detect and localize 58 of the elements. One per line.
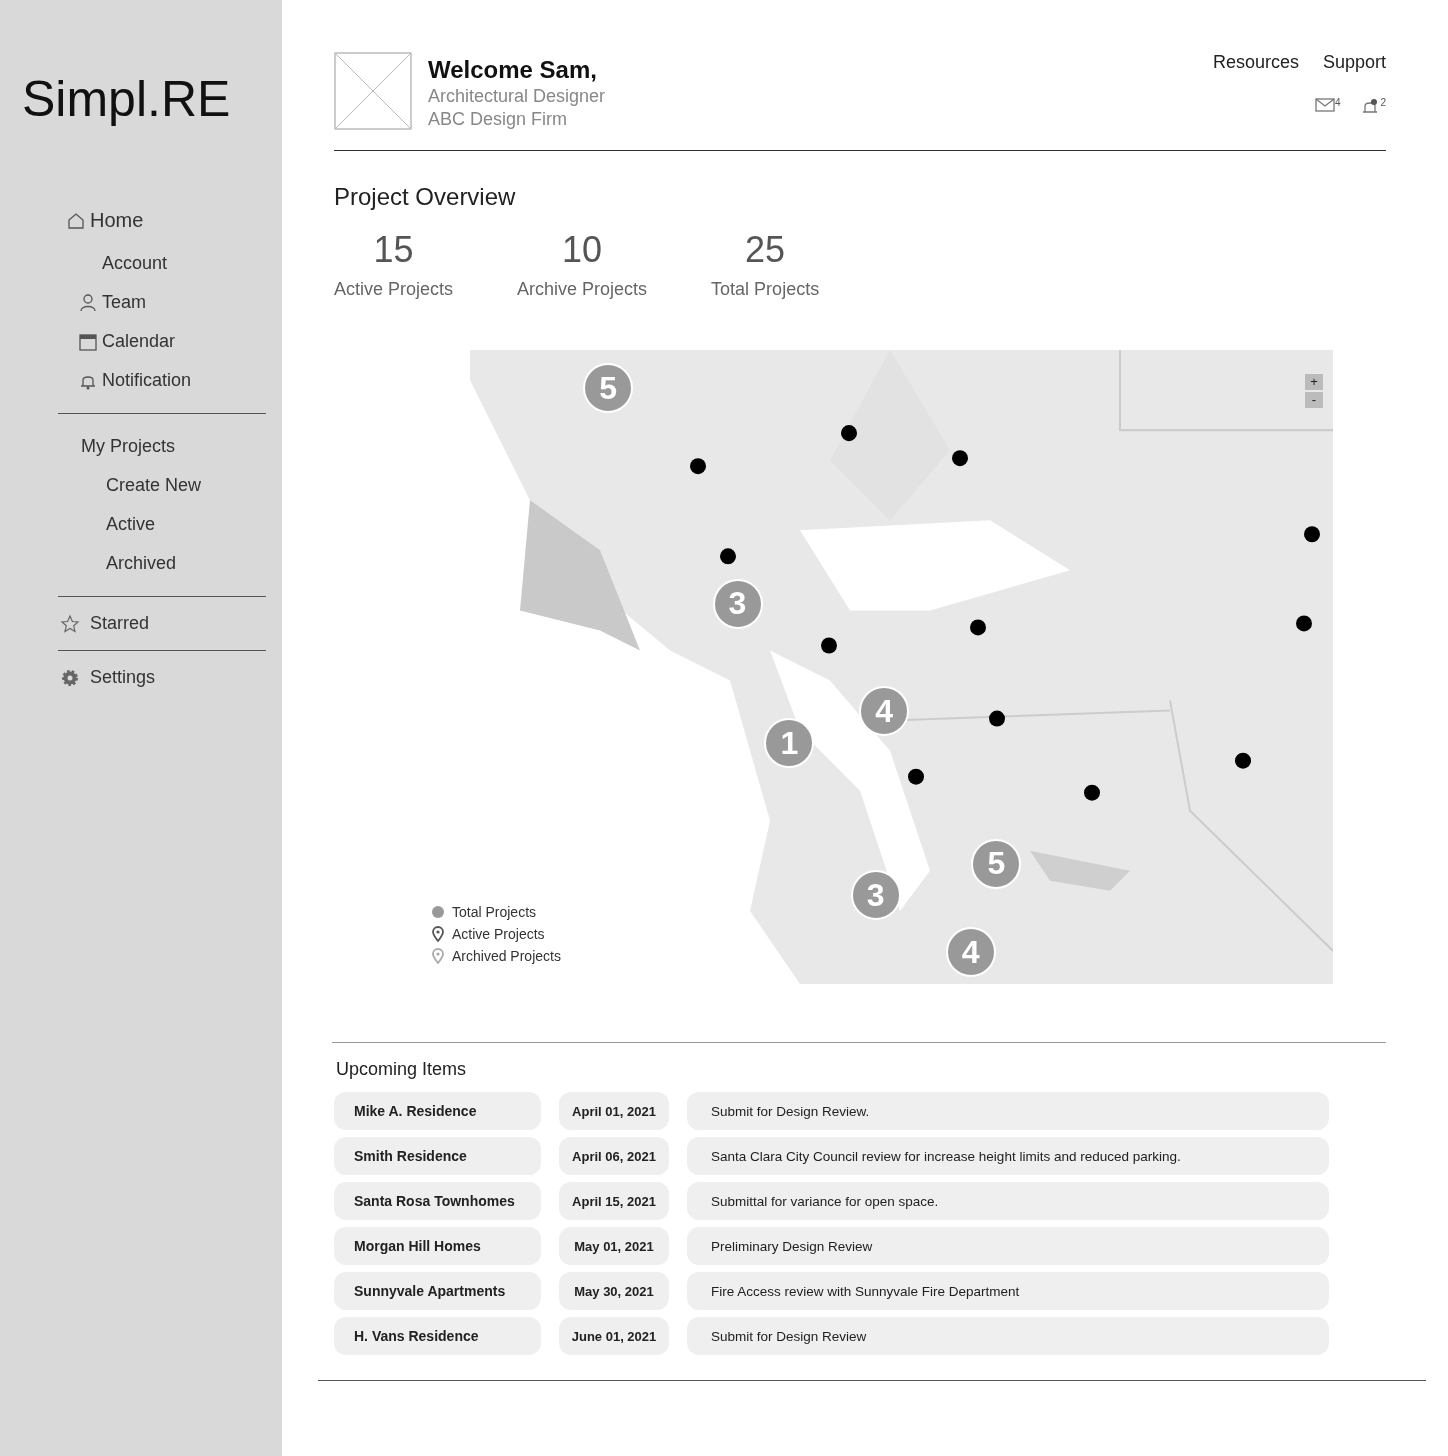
nav-link[interactable]: Active xyxy=(106,514,156,535)
nav-link[interactable]: Notification xyxy=(102,370,192,391)
project-name: Morgan Hill Homes xyxy=(334,1227,541,1265)
project-name: Mike A. Residence xyxy=(334,1092,541,1130)
due-date: June 01, 2021 xyxy=(559,1317,669,1355)
settings-icon xyxy=(60,667,80,688)
person-icon xyxy=(78,292,98,313)
pin-icon xyxy=(432,926,444,942)
pin-icon xyxy=(432,948,444,964)
nav-link[interactable]: My Projects xyxy=(81,436,176,457)
welcome-title: Welcome Sam, xyxy=(428,56,598,84)
nav-link[interactable]: Archived xyxy=(106,553,177,574)
due-date: April 01, 2021 xyxy=(559,1092,669,1130)
top-link[interactable]: Resources xyxy=(1212,52,1299,73)
stat-value: 15 xyxy=(373,229,414,271)
section-title: Project Overview xyxy=(334,183,517,211)
task-description: Preliminary Design Review xyxy=(687,1227,1329,1265)
task-description: Submit for Design Review xyxy=(687,1317,1329,1355)
stat-label: Archive Projects xyxy=(517,279,648,300)
user-firm: ABC Design Firm xyxy=(428,109,569,130)
mail-count: 4 xyxy=(1334,97,1341,108)
zoom-button[interactable]: - xyxy=(1305,392,1323,408)
mail-icon[interactable] xyxy=(1314,97,1335,113)
due-date: May 30, 2021 xyxy=(559,1272,669,1310)
task-description: Santa Clara City Council review for increase height limits and reduced parking. xyxy=(687,1137,1329,1175)
due-date: May 01, 2021 xyxy=(559,1227,669,1265)
notification-count: 2 xyxy=(1380,97,1386,108)
legend-label: Archived Projects xyxy=(452,948,561,964)
stat-value: 10 xyxy=(562,229,603,271)
nav-link[interactable]: Starred xyxy=(90,613,150,634)
calendar-icon xyxy=(78,331,98,352)
project-name: Santa Rosa Townhomes xyxy=(334,1182,541,1220)
star-icon xyxy=(60,613,80,634)
due-date: April 06, 2021 xyxy=(559,1137,669,1175)
project-name: H. Vans Residence xyxy=(334,1317,541,1355)
section-title: Upcoming Items xyxy=(336,1059,468,1080)
task-description: Submittal for variance for open space. xyxy=(687,1182,1329,1220)
zoom-button[interactable]: + xyxy=(1305,374,1323,390)
nav-link[interactable]: Team xyxy=(102,292,146,313)
nav-link[interactable]: Home xyxy=(90,209,144,232)
top-link[interactable]: Support xyxy=(1322,52,1386,73)
nav-link[interactable]: Calendar xyxy=(102,331,176,352)
stat-value: 25 xyxy=(745,229,786,271)
dot-icon xyxy=(432,906,444,918)
stat-label: Total Projects xyxy=(711,279,820,300)
project-name: Smith Residence xyxy=(334,1137,541,1175)
user-role: Architectural Designer xyxy=(428,86,607,107)
project-name: Sunnyvale Apartments xyxy=(334,1272,541,1310)
legend-label: Active Projects xyxy=(452,926,545,942)
task-description: Submit for Design Review. xyxy=(687,1092,1329,1130)
legend-label: Total Projects xyxy=(452,904,537,920)
nav-link[interactable]: Settings xyxy=(90,667,156,688)
task-description: Fire Access review with Sunnyvale Fire Department xyxy=(687,1272,1329,1310)
due-date: April 15, 2021 xyxy=(559,1182,669,1220)
nav-link[interactable]: Account xyxy=(102,253,168,274)
nav-link[interactable]: Create New xyxy=(106,475,202,496)
stat-label: Active Projects xyxy=(334,279,454,300)
logo: Simpl.RE xyxy=(21,70,232,128)
